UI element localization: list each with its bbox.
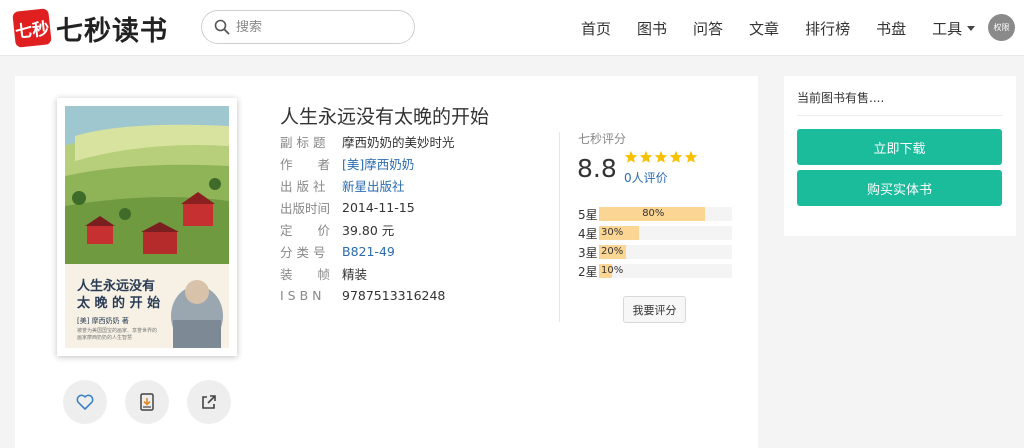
nav-item-articles[interactable]: 文章 <box>749 18 779 39</box>
rating-bar-label: 3星 <box>578 245 598 260</box>
nav-item-rankings[interactable]: 排行榜 <box>805 18 850 39</box>
read-book-button[interactable] <box>125 380 169 424</box>
star-icon <box>654 150 668 163</box>
info-label: 作 者 <box>280 156 331 172</box>
star-icon <box>684 150 698 163</box>
search-icon <box>214 19 230 35</box>
rating-bar-track: 10% <box>599 264 732 278</box>
nav-item-tools-label: 工具 <box>932 19 963 38</box>
star-icon <box>639 150 653 163</box>
download-button[interactable]: 立即下载 <box>797 129 1002 165</box>
avatar[interactable]: 权限 <box>988 14 1015 41</box>
cover-art: 人生永远没有 太 晚 的 开 始 [美] 摩西奶奶 著 被誉为美国国宝的画家、享… <box>65 106 229 348</box>
share-button[interactable] <box>187 380 231 424</box>
info-value: 39.80 元 <box>342 222 395 238</box>
rating-bar-row: 4星 30% <box>578 225 732 241</box>
info-value: 精装 <box>342 266 368 282</box>
rating-bar-track: 80% <box>599 207 732 221</box>
info-row-isbn: I S B N 9787513316248 <box>280 284 455 306</box>
publisher-link[interactable]: 新星出版社 <box>342 176 405 195</box>
info-row-pubdate: 出版时间 2014-11-15 <box>280 196 455 218</box>
info-row-author: 作 者 [美]摩西奶奶 <box>280 152 455 174</box>
rating-distribution: 5星 80% 4星 30% 3星 20% 2星 10% <box>578 206 732 282</box>
rating-bar-row: 3星 20% <box>578 244 732 260</box>
nav-item-home[interactable]: 首页 <box>581 18 611 39</box>
divider <box>797 115 1002 116</box>
info-value: 摩西奶奶的美妙时光 <box>342 134 455 150</box>
rating-bar-row: 5星 80% <box>578 206 732 222</box>
top-header: 七秒 七秒读书 首页 图书 问答 文章 排行榜 书盘 工具 权限 <box>0 0 1024 56</box>
info-label: 出 版 社 <box>280 178 326 194</box>
cover-title: 人生永远没有 太 晚 的 开 始 <box>77 278 160 312</box>
info-label: 分 类 号 <box>280 244 326 260</box>
rating-bar-row: 2星 10% <box>578 263 732 279</box>
rating-bar-label: 4星 <box>578 226 598 241</box>
info-label: I S B N <box>280 287 322 303</box>
info-value: 2014-11-15 <box>342 199 415 215</box>
rating-bar-label: 2星 <box>578 264 598 279</box>
rating-bar-percent: 20% <box>601 246 624 257</box>
nav-item-bookshelf[interactable]: 书盘 <box>876 18 906 39</box>
sale-status-text: 当前图书有售.... <box>797 91 885 105</box>
book-cover: 人生永远没有 太 晚 的 开 始 [美] 摩西奶奶 著 被誉为美国国宝的画家、享… <box>57 98 237 356</box>
book-title: 人生永远没有太晚的开始 <box>280 106 490 128</box>
info-label: 出版时间 <box>280 200 331 216</box>
book-download-icon <box>140 393 154 411</box>
cover-author: [美] 摩西奶奶 著 <box>77 317 129 325</box>
info-label: 装 帧 <box>280 266 331 282</box>
nav-item-qa[interactable]: 问答 <box>693 18 723 39</box>
info-row-price: 定 价 39.80 元 <box>280 218 455 240</box>
info-row-binding: 装 帧 精装 <box>280 262 455 284</box>
nav-item-books[interactable]: 图书 <box>637 18 667 39</box>
info-row-publisher: 出 版 社 新星出版社 <box>280 174 455 196</box>
logo-mark: 七秒 <box>12 8 52 48</box>
search-box[interactable] <box>201 10 415 44</box>
star-icon <box>624 150 638 163</box>
review-count-link[interactable]: 0人评价 <box>624 169 668 186</box>
rating-label: 七秒评分 <box>578 132 627 146</box>
favorite-button[interactable] <box>63 380 107 424</box>
heart-icon <box>76 394 94 410</box>
cover-title-line1: 人生永远没有 <box>77 279 156 294</box>
info-row-classification: 分 类 号 B821-49 <box>280 240 455 262</box>
info-label: 副 标 题 <box>280 134 326 150</box>
rating-stars <box>624 150 699 164</box>
caret-down-icon <box>967 25 976 31</box>
share-icon <box>202 395 216 409</box>
divider <box>559 132 560 322</box>
rating-bar-label: 5星 <box>578 207 598 222</box>
rating-bar-percent: 30% <box>601 227 624 238</box>
info-value: 9787513316248 <box>342 287 446 303</box>
classification-link[interactable]: B821-49 <box>342 244 395 259</box>
cover-title-line2: 太 晚 的 开 始 <box>77 296 161 311</box>
rating-bar-percent: 80% <box>642 208 665 219</box>
info-label: 定 价 <box>280 222 331 238</box>
star-icon <box>669 150 683 163</box>
rating-score: 8.8 <box>577 154 617 183</box>
logo-text: 七秒读书 <box>56 15 168 47</box>
book-info-list: 副 标 题 摩西奶奶的美妙时光 作 者 [美]摩西奶奶 出 版 社 新星出版社 … <box>280 130 455 306</box>
cover-blurb: 被誉为美国国宝的画家、享誉世界的画家摩西奶奶的人生智慧 <box>77 328 158 341</box>
rate-button[interactable]: 我要评分 <box>623 296 686 323</box>
search-input[interactable] <box>236 19 396 35</box>
rating-bar-track: 30% <box>599 226 732 240</box>
buy-physical-book-button[interactable]: 购买实体书 <box>797 170 1002 206</box>
rating-bar-track: 20% <box>599 245 732 259</box>
info-row-subtitle: 副 标 题 摩西奶奶的美妙时光 <box>280 130 455 152</box>
main-nav: 首页 图书 问答 文章 排行榜 书盘 工具 <box>568 0 988 56</box>
nav-item-tools[interactable]: 工具 <box>932 18 976 39</box>
author-link[interactable]: [美]摩西奶奶 <box>342 154 414 173</box>
site-logo[interactable]: 七秒 七秒读书 <box>12 8 168 48</box>
rating-bar-percent: 10% <box>601 265 624 276</box>
